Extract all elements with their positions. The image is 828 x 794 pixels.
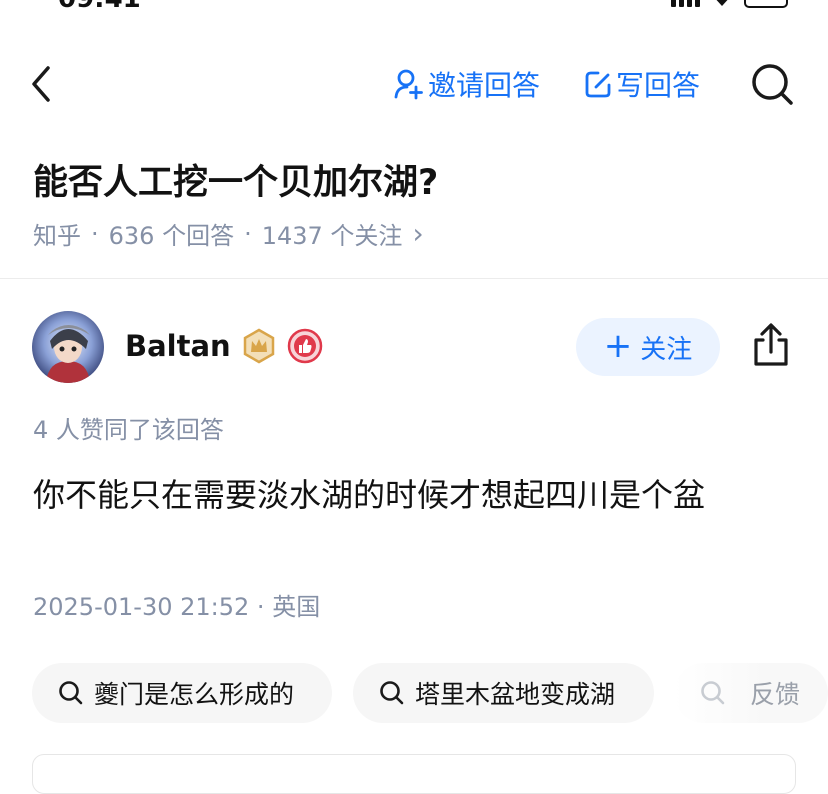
meta-separator: · bbox=[256, 593, 265, 621]
chip-label: 夔门是怎么形成的 bbox=[94, 680, 295, 709]
answer-content[interactable]: 你不能只在需要淡水湖的时候才想起四川是个盆 bbox=[33, 470, 705, 516]
followers-count: 1437 个关注 bbox=[261, 222, 403, 250]
follow-button[interactable]: + 关注 bbox=[576, 318, 720, 376]
back-arrow-icon[interactable] bbox=[28, 64, 58, 104]
divider bbox=[0, 278, 828, 279]
chip-label: 塔里木盆地变成湖 bbox=[415, 680, 616, 709]
related-search-chip[interactable]: 夔门是怎么形成的 bbox=[32, 663, 332, 723]
share-icon[interactable] bbox=[750, 322, 792, 368]
search-icon[interactable] bbox=[750, 62, 794, 106]
source-label: 知乎 bbox=[33, 222, 81, 250]
status-time: 09:41 bbox=[58, 0, 141, 14]
location: 英国 bbox=[272, 593, 321, 621]
battery-icon bbox=[744, 0, 788, 8]
chevron-right-icon: › bbox=[412, 217, 424, 250]
like-badge-icon bbox=[287, 328, 322, 364]
invite-answer-label: 邀请回答 bbox=[428, 69, 541, 102]
answers-count: 636 个回答 bbox=[108, 222, 235, 250]
related-search-chip[interactable]: 塔里木盆地变成湖 bbox=[353, 663, 654, 723]
answer-timestamp: 2025-01-30 21:52 · 英国 bbox=[33, 587, 320, 622]
invite-answer-button[interactable]: 邀请回答 bbox=[394, 64, 540, 104]
wifi-icon bbox=[716, 0, 728, 6]
comment-box[interactable] bbox=[32, 754, 796, 794]
write-answer-button[interactable]: 写回答 bbox=[584, 64, 700, 104]
edit-icon bbox=[585, 71, 611, 98]
status-icons bbox=[671, 0, 788, 8]
avatar[interactable] bbox=[32, 311, 104, 383]
question-title[interactable]: 能否人工挖一个贝加尔湖? bbox=[33, 154, 438, 205]
search-icon bbox=[59, 681, 83, 705]
meta-separator: · bbox=[244, 219, 252, 248]
search-icon bbox=[380, 681, 404, 705]
signal-icon bbox=[671, 0, 700, 7]
plus-icon: + bbox=[603, 325, 633, 366]
feedback-chip[interactable]: 反馈 bbox=[674, 663, 828, 723]
search-icon bbox=[701, 681, 725, 705]
author-name[interactable]: Baltan bbox=[125, 329, 231, 363]
follow-label: 关注 bbox=[640, 334, 693, 365]
author-info[interactable]: Baltan bbox=[125, 328, 323, 364]
meta-separator: · bbox=[91, 219, 99, 248]
timestamp: 2025-01-30 21:52 bbox=[33, 593, 250, 621]
feedback-label: 反馈 bbox=[750, 680, 801, 709]
person-add-icon bbox=[394, 69, 423, 100]
crown-badge-icon bbox=[243, 328, 274, 364]
likes-text: 4 人赞同了该回答 bbox=[33, 416, 224, 444]
question-meta[interactable]: 知乎 · 636 个回答 · 1437 个关注 › bbox=[33, 216, 424, 251]
write-answer-label: 写回答 bbox=[616, 69, 701, 102]
